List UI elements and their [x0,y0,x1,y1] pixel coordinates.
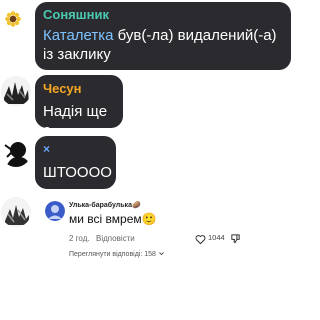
user-avatar[interactable] [1,137,31,167]
dislike-icon [230,231,241,248]
comment-text: ми всі вмрем🙂 [69,212,157,226]
dislike-button[interactable] [230,231,241,244]
mention-link[interactable]: Каталетка [43,27,114,44]
like-button[interactable]: 1044 [195,231,225,244]
comment-author[interactable]: Улька-барабулька🥔 [69,201,141,209]
message-text: Надія ще є [43,103,108,139]
message-text: Каталетка був(-ла) видалений(-а) із закл… [43,26,283,64]
user-avatar[interactable] [1,197,31,227]
view-replies-label: Переглянути відповіді: 158 [69,251,156,258]
sender-name[interactable]: Чесун [43,81,115,97]
sunflower-avatar-icon[interactable] [5,11,21,27]
potato-emoji: 🥔 [131,202,141,209]
reply-button[interactable]: Відповісти [96,234,135,243]
comment-body: ми всі вмрем [69,212,142,226]
message-bubble[interactable]: Соняшник Каталетка був(-ла) видалений(-а… [35,2,291,70]
smile-emoji: 🙂 [141,212,157,226]
sender-name[interactable]: × [43,141,108,157]
chevron-down-icon [158,250,165,259]
message-text: ШТОООО [43,164,112,181]
user-avatar[interactable] [1,76,31,106]
sender-name[interactable]: Соняшник [43,7,283,23]
like-count: 1044 [208,232,225,242]
message-bubble[interactable]: × ШТОООО [35,136,116,189]
commenter-avatar[interactable] [45,201,65,221]
heart-icon [195,232,206,244]
comment-time: 2 год. [69,234,90,243]
view-replies-button[interactable]: Переглянути відповіді: 158 [69,250,165,259]
comment-author-name[interactable]: Улька-барабулька [69,202,132,209]
message-bubble[interactable]: Чесун Надія ще є [35,75,123,139]
